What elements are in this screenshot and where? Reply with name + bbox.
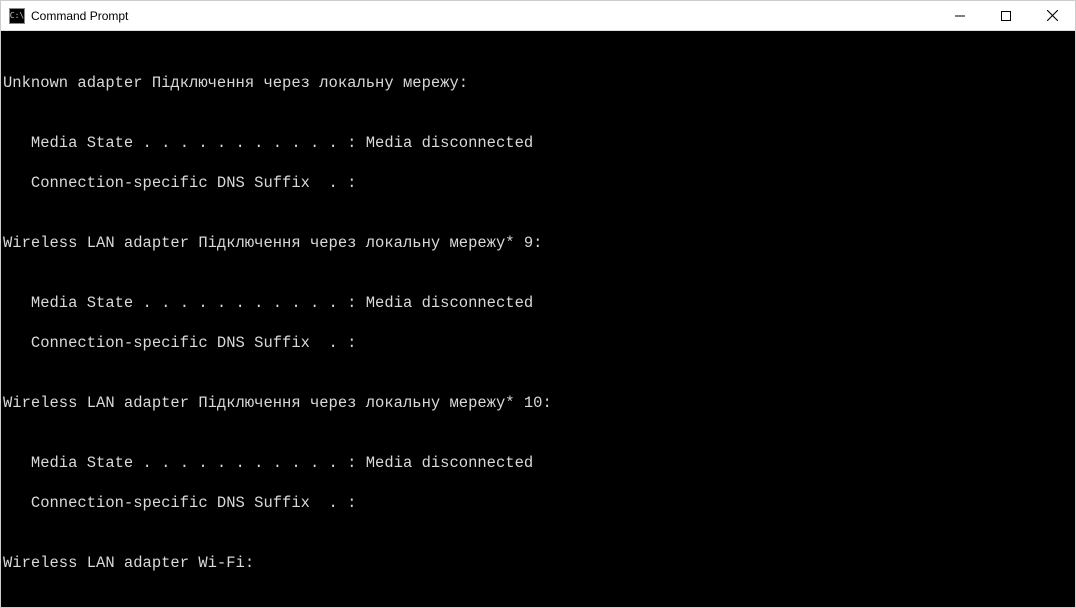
output-line: Wireless LAN adapter Підключення через л… [3,393,1075,413]
output-line: Connection-specific DNS Suffix . : [3,173,1075,193]
output-line: Media State . . . . . . . . . . . : Medi… [3,453,1075,473]
output-line: Media State . . . . . . . . . . . : Medi… [3,133,1075,153]
output-line: Media State . . . . . . . . . . . : Medi… [3,293,1075,313]
output-line: Connection-specific DNS Suffix . : [3,333,1075,353]
close-button[interactable] [1029,1,1075,30]
maximize-button[interactable] [983,1,1029,30]
minimize-button[interactable] [937,1,983,30]
terminal-output[interactable]: Unknown adapter Підключення через локаль… [1,31,1075,607]
output-line: Wireless LAN adapter Підключення через л… [3,233,1075,253]
titlebar: C:\ Command Prompt [1,1,1075,31]
window-controls [937,1,1075,30]
command-prompt-icon: C:\ [9,8,25,24]
output-line: Wireless LAN adapter Wi-Fi: [3,553,1075,573]
output-line: Unknown adapter Підключення через локаль… [3,73,1075,93]
window-title: Command Prompt [31,9,937,23]
output-line: Connection-specific DNS Suffix . : [3,493,1075,513]
